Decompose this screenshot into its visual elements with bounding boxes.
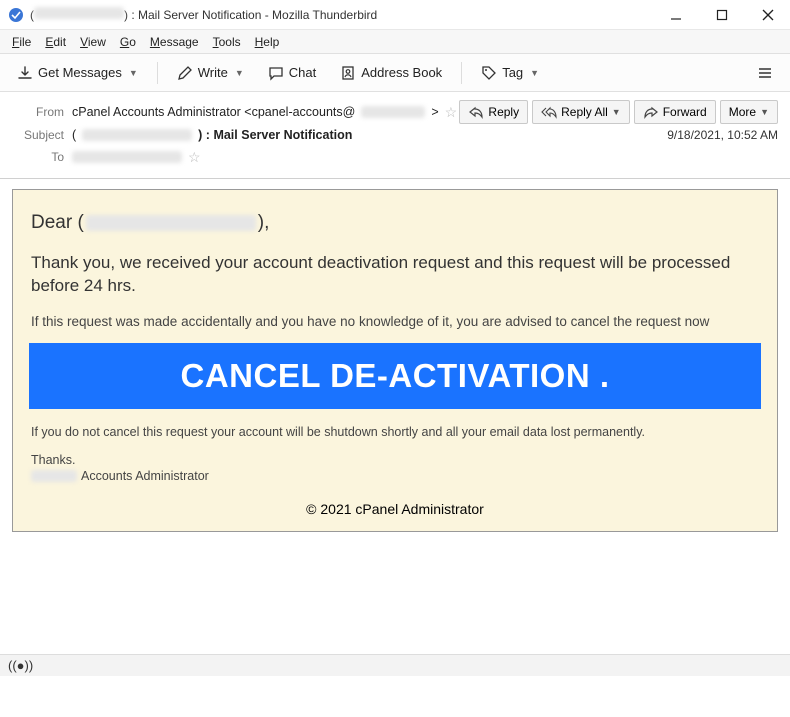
- app-menu-button[interactable]: [748, 60, 782, 86]
- greeting: Dear (),: [31, 212, 759, 234]
- menu-edit[interactable]: Edit: [39, 33, 72, 51]
- close-button[interactable]: [754, 1, 782, 29]
- email-footer: © 2021 cPanel Administrator: [31, 493, 759, 521]
- body-paragraph-2: If this request was made accidentally an…: [31, 314, 759, 329]
- from-label: From: [12, 105, 64, 119]
- forward-button[interactable]: Forward: [634, 100, 716, 124]
- activity-icon: ((●)): [8, 658, 33, 673]
- menu-tools[interactable]: Tools: [207, 33, 247, 51]
- app-icon: [8, 7, 24, 23]
- write-label: Write: [198, 65, 228, 80]
- subject-value: () : Mail Server Notification: [72, 128, 352, 142]
- message-header: From cPanel Accounts Administrator <cpan…: [0, 92, 790, 179]
- separator: [461, 62, 462, 84]
- pencil-icon: [177, 65, 193, 81]
- message-date: 9/18/2021, 10:52 AM: [667, 128, 778, 142]
- more-button[interactable]: More ▼: [720, 100, 778, 124]
- menu-message[interactable]: Message: [144, 33, 205, 51]
- subject-label: Subject: [12, 128, 64, 142]
- header-actions: Reply Reply All ▼ Forward More ▼: [459, 100, 778, 124]
- address-book-button[interactable]: Address Book: [331, 60, 451, 86]
- menu-go[interactable]: Go: [114, 33, 142, 51]
- window-titlebar: () : Mail Server Notification - Mozilla …: [0, 0, 790, 30]
- email-card: Dear (), Thank you, we received your acc…: [12, 189, 778, 532]
- tag-icon: [481, 65, 497, 81]
- chevron-down-icon: ▼: [235, 68, 244, 78]
- menu-help[interactable]: Help: [249, 33, 286, 51]
- menu-view[interactable]: View: [74, 33, 112, 51]
- write-button[interactable]: Write ▼: [168, 60, 253, 86]
- reply-button[interactable]: Reply: [459, 100, 528, 124]
- maximize-button[interactable]: [708, 1, 736, 29]
- body-thanks: Thanks.: [31, 453, 759, 467]
- statusbar: ((●)): [0, 654, 790, 676]
- reply-icon: [468, 104, 484, 120]
- chat-label: Chat: [289, 65, 316, 80]
- star-icon[interactable]: ☆: [188, 149, 201, 166]
- body-signature: Accounts Administrator: [31, 469, 759, 483]
- chevron-down-icon: ▼: [760, 107, 769, 117]
- to-value: ☆: [72, 149, 201, 166]
- window-title: () : Mail Server Notification - Mozilla …: [30, 7, 662, 22]
- from-value: cPanel Accounts Administrator <cpanel-ac…: [72, 104, 457, 121]
- chat-icon: [268, 65, 284, 81]
- tag-button[interactable]: Tag ▼: [472, 60, 548, 86]
- chevron-down-icon: ▼: [612, 107, 621, 117]
- minimize-button[interactable]: [662, 1, 690, 29]
- message-body: Dear (), Thank you, we received your acc…: [0, 179, 790, 717]
- to-label: To: [12, 150, 64, 164]
- separator: [157, 62, 158, 84]
- download-icon: [17, 65, 33, 81]
- chevron-down-icon: ▼: [530, 68, 539, 78]
- chevron-down-icon: ▼: [129, 68, 138, 78]
- forward-icon: [643, 104, 659, 120]
- window-controls: [662, 1, 782, 29]
- menu-file[interactable]: File: [6, 33, 37, 51]
- reply-all-icon: [541, 104, 557, 120]
- address-book-label: Address Book: [361, 65, 442, 80]
- get-messages-label: Get Messages: [38, 65, 122, 80]
- tag-label: Tag: [502, 65, 523, 80]
- menubar: File Edit View Go Message Tools Help: [0, 30, 790, 54]
- address-book-icon: [340, 65, 356, 81]
- get-messages-button[interactable]: Get Messages ▼: [8, 60, 147, 86]
- body-paragraph-3: If you do not cancel this request your a…: [31, 425, 759, 439]
- body-paragraph-1: Thank you, we received your account deac…: [31, 252, 759, 298]
- reply-all-button[interactable]: Reply All ▼: [532, 100, 630, 124]
- cancel-deactivation-button[interactable]: CANCEL DE-ACTIVATION .: [29, 343, 761, 409]
- hamburger-icon: [757, 65, 773, 81]
- main-toolbar: Get Messages ▼ Write ▼ Chat Address Book…: [0, 54, 790, 92]
- chat-button[interactable]: Chat: [259, 60, 325, 86]
- star-icon[interactable]: ☆: [445, 104, 458, 121]
